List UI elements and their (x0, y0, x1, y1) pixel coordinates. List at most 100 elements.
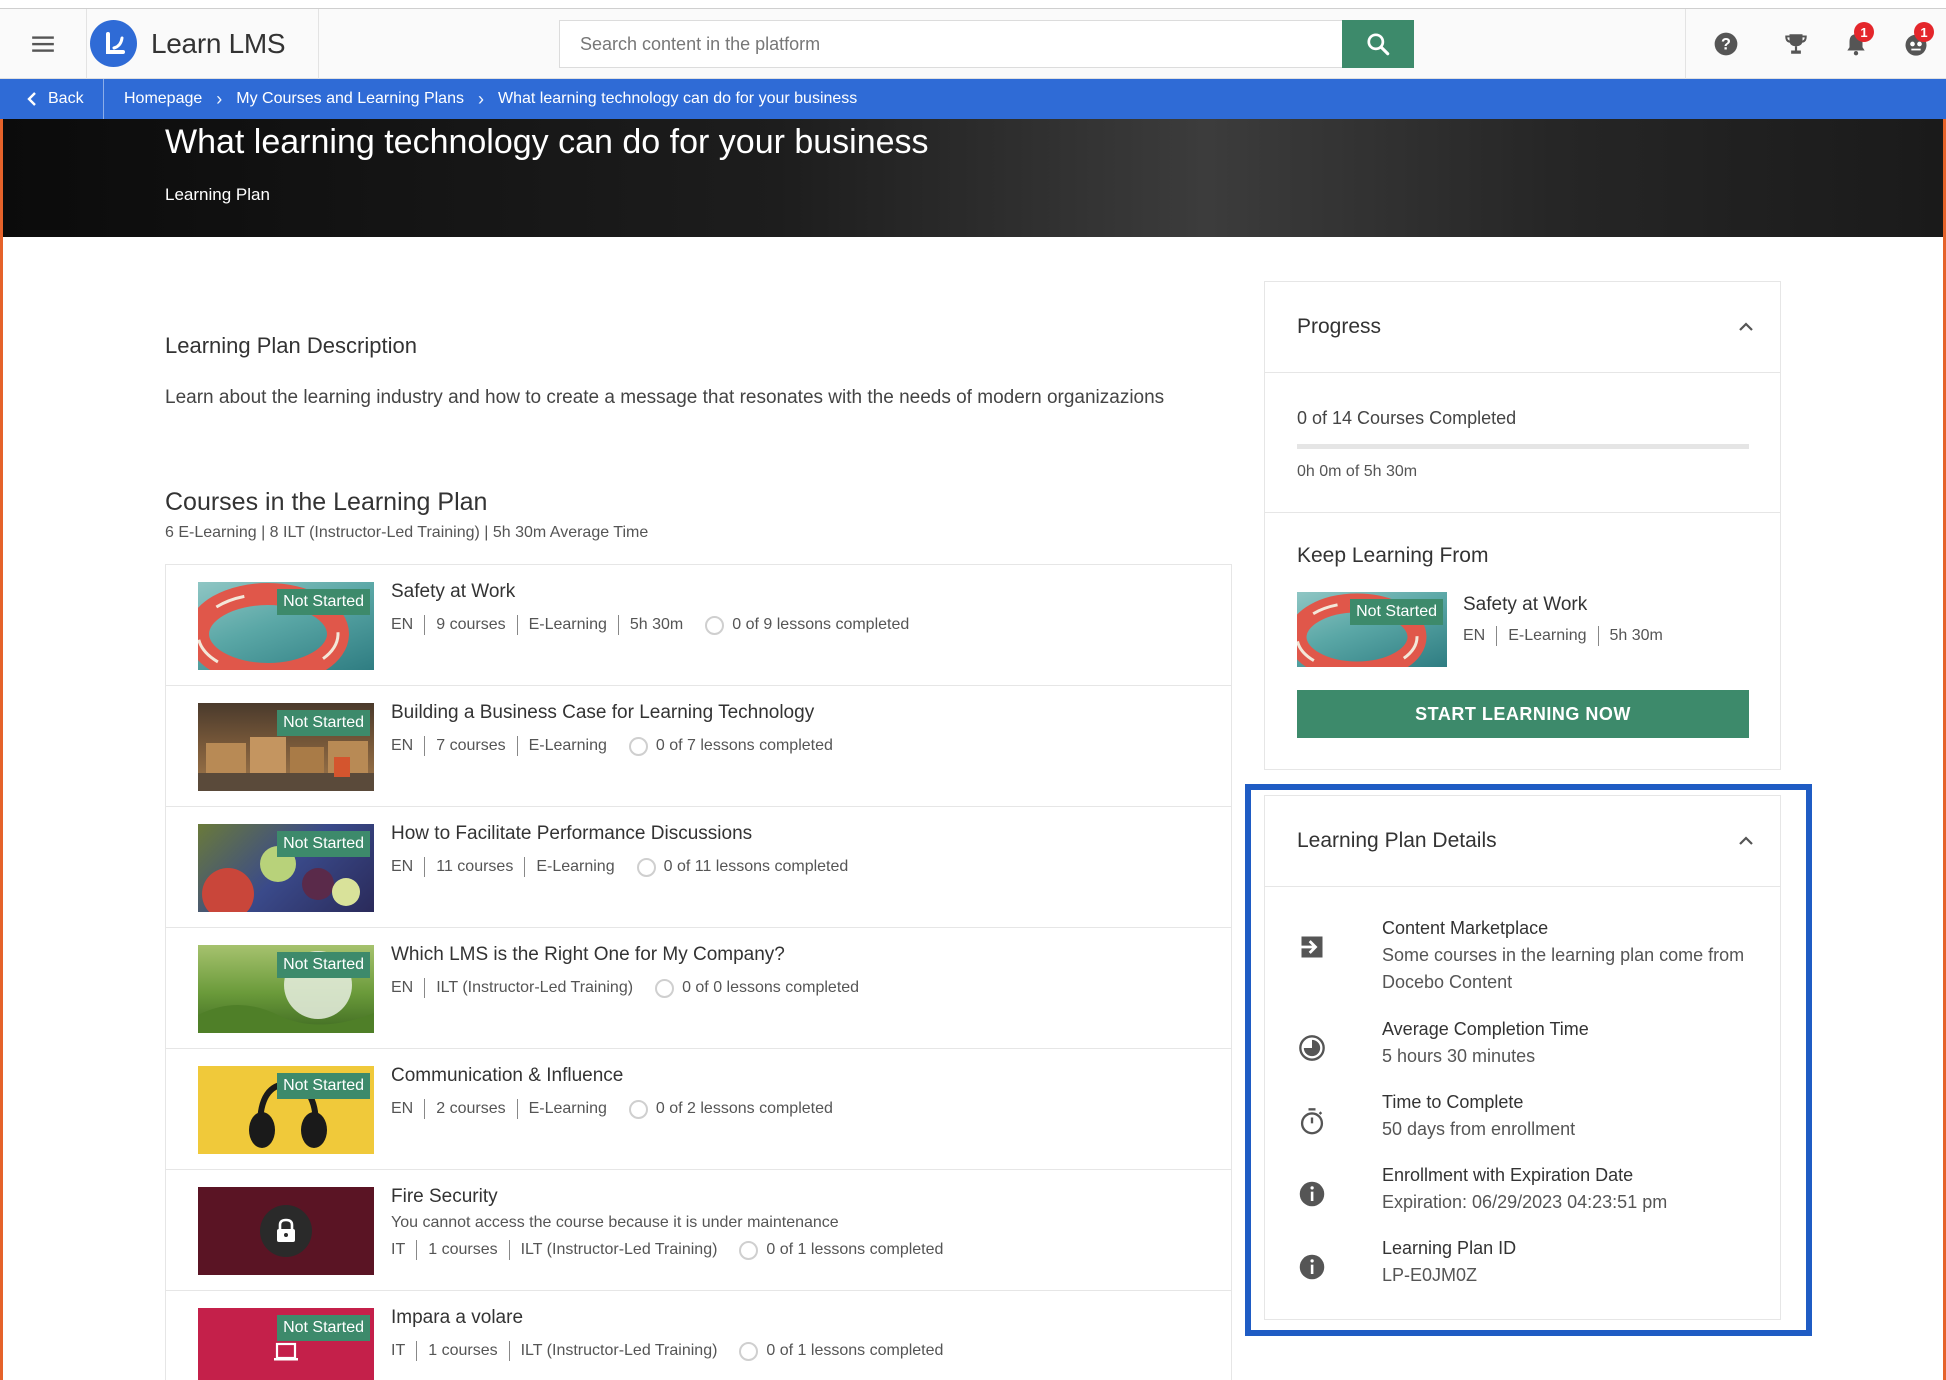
info-icon (1297, 1252, 1327, 1282)
course-title[interactable]: How to Facilitate Performance Discussion… (391, 823, 752, 845)
chevron-right-icon: › (477, 88, 484, 109)
course-type: E-Learning (528, 1100, 607, 1117)
status-badge: Not Started (277, 952, 370, 978)
search-button[interactable] (1342, 20, 1414, 68)
svg-text:?: ? (1721, 35, 1731, 53)
top-header: Learn LMS ? 1 1 (0, 8, 1946, 79)
breadcrumb-item-homepage[interactable]: Homepage (124, 90, 202, 108)
course-thumbnail: Not Started (198, 824, 374, 912)
start-learning-button[interactable]: START LEARNING NOW (1297, 690, 1749, 738)
detail-value: Some courses in the learning plan come f… (1382, 945, 1745, 992)
progress-panel: Progress 0 of 14 Courses Completed 0h 0m… (1264, 281, 1781, 770)
course-lessons: 0 of 11 lessons completed (663, 858, 849, 875)
back-button[interactable]: Back (0, 79, 104, 119)
courses-heading: Courses in the Learning Plan (165, 488, 488, 516)
course-title[interactable]: Which LMS is the Right One for My Compan… (391, 944, 785, 966)
profile-badge: 1 (1914, 22, 1934, 42)
course-row[interactable]: Not Started Impara a volare IT 1 courses… (166, 1291, 1231, 1380)
keep-learning-heading: Keep Learning From (1297, 544, 1489, 567)
course-language: EN (391, 858, 414, 875)
help-button[interactable]: ? (1686, 9, 1766, 79)
course-lessons: 0 of 1 lessons completed (766, 1342, 944, 1359)
progress-panel-header[interactable]: Progress (1265, 282, 1780, 373)
detail-value: LP-E0JM0Z (1382, 1265, 1478, 1285)
course-row[interactable]: Not Started Communication & Influence EN… (166, 1049, 1231, 1170)
breadcrumb-item-my-courses[interactable]: My Courses and Learning Plans (236, 90, 464, 108)
course-thumbnail: Not Started (198, 1308, 374, 1380)
notifications-button[interactable]: 1 (1826, 9, 1886, 79)
course-maintenance-warning: You cannot access the course because it … (391, 1214, 839, 1231)
course-duration: 5h 30m (1609, 627, 1663, 644)
course-row[interactable]: Not Started Building a Business Case for… (166, 686, 1231, 807)
progress-ring-icon (705, 615, 725, 635)
course-lessons: 0 of 0 lessons completed (682, 979, 860, 996)
chevron-right-icon: › (216, 88, 223, 109)
course-type: E-Learning (528, 737, 607, 754)
keep-learning-thumbnail[interactable]: Not Started (1297, 592, 1447, 667)
progress-bar (1297, 444, 1749, 449)
course-language: IT (391, 1342, 406, 1359)
status-badge: Not Started (277, 1073, 370, 1099)
chevron-up-icon[interactable] (1736, 317, 1756, 337)
courses-summary: 6 E-Learning | 8 ILT (Instructor-Led Tra… (165, 524, 649, 541)
brand[interactable]: Learn LMS (87, 8, 319, 79)
details-heading: Learning Plan Details (1297, 829, 1497, 852)
details-panel-header[interactable]: Learning Plan Details (1265, 796, 1780, 887)
breadcrumb-item-current: What learning technology can do for your… (497, 90, 858, 107)
brand-logo (90, 20, 137, 67)
course-type: E-Learning (536, 858, 615, 875)
courses-completed-text: 0 of 14 Courses Completed (1297, 408, 1517, 428)
header-actions: ? 1 1 (1685, 9, 1946, 79)
course-list: Not Started Safety at Work EN 9 courses … (165, 564, 1232, 1380)
trophy-icon (1785, 34, 1807, 54)
course-count: 7 courses (436, 737, 506, 754)
detail-label: Content Marketplace (1382, 918, 1549, 938)
course-row[interactable]: Not Started Safety at Work EN 9 courses … (166, 565, 1231, 686)
keep-learning-course-title[interactable]: Safety at Work (1463, 594, 1587, 616)
clock-half-icon (1297, 1033, 1327, 1063)
course-row[interactable]: Fire Security You cannot access the cour… (166, 1170, 1231, 1291)
search-bar (559, 20, 1414, 68)
course-title[interactable]: Impara a volare (391, 1307, 523, 1329)
course-count: 11 courses (436, 858, 514, 875)
course-language: EN (1463, 627, 1486, 644)
search-input[interactable] (559, 20, 1342, 68)
course-meta: IT 1 courses ILT (Instructor-Led Trainin… (391, 1341, 943, 1361)
course-type: E-Learning (1508, 627, 1587, 644)
course-row[interactable]: Not Started Which LMS is the Right One f… (166, 928, 1231, 1049)
progress-ring-icon (739, 1240, 759, 1260)
stopwatch-icon (1297, 1106, 1327, 1136)
description-text: Learn about the learning industry and ho… (165, 387, 1165, 408)
progress-ring-icon (628, 1099, 648, 1119)
status-badge: Not Started (1350, 599, 1443, 625)
detail-value: 50 days from enrollment (1382, 1119, 1576, 1139)
progress-ring-icon (655, 978, 675, 998)
achievements-button[interactable] (1766, 9, 1826, 79)
course-language: EN (391, 1100, 414, 1117)
brand-name: Learn LMS (151, 27, 286, 59)
course-type: ILT (Instructor-Led Training) (520, 1241, 718, 1258)
progress-ring-icon (636, 857, 656, 877)
course-lessons: 0 of 7 lessons completed (655, 737, 833, 754)
course-type: ILT (Instructor-Led Training) (520, 1342, 718, 1359)
course-thumbnail: Not Started (198, 703, 374, 791)
search-icon (1367, 33, 1390, 56)
progress-ring-icon (628, 736, 648, 756)
course-row[interactable]: Not Started How to Facilitate Performanc… (166, 807, 1231, 928)
hero-banner: What learning technology can do for your… (0, 119, 1946, 237)
detail-label: Enrollment with Expiration Date (1382, 1165, 1634, 1185)
course-title[interactable]: Building a Business Case for Learning Te… (391, 702, 814, 724)
course-meta: IT 1 courses ILT (Instructor-Led Trainin… (391, 1240, 943, 1260)
course-title[interactable]: Communication & Influence (391, 1065, 623, 1087)
menu-button[interactable] (0, 8, 87, 79)
page-subtitle: Learning Plan (165, 185, 270, 204)
course-thumbnail: Not Started (198, 945, 374, 1033)
course-title[interactable]: Fire Security (391, 1186, 498, 1208)
course-duration: 5h 30m (629, 616, 684, 633)
course-count: 2 courses (436, 1100, 506, 1117)
detail-value: Expiration: 06/29/2023 04:23:51 pm (1382, 1192, 1668, 1212)
course-title[interactable]: Safety at Work (391, 581, 515, 603)
chevron-up-icon[interactable] (1736, 831, 1756, 851)
status-badge: Not Started (277, 1315, 370, 1341)
profile-button[interactable]: 1 (1886, 9, 1946, 79)
